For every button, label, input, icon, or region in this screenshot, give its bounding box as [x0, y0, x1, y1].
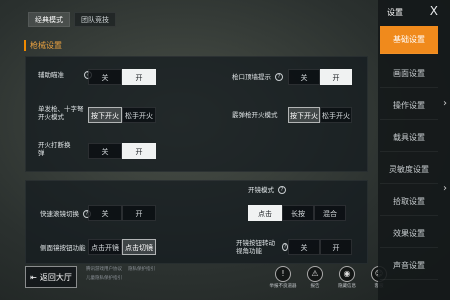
tab-classic[interactable]: 经典模式 [28, 12, 70, 27]
quick-switch-row: 快速滚镜切换 ? [40, 210, 91, 218]
scope-turn-off[interactable]: 关 [288, 239, 320, 255]
scope-turn-label: 开镜按钮转动视角功能 [236, 239, 275, 255]
sidebar-item-vehicle[interactable]: 载具设置 [380, 124, 438, 152]
report-bad-label: 举报不良道器 [269, 284, 297, 289]
tab-team[interactable]: 团队竞技 [74, 12, 116, 27]
mode-tabs: 经典模式 团队竞技 [28, 12, 116, 27]
hide-info-label: 隐藏信息 [338, 284, 356, 289]
shotgun-fire-row: 霰弹枪开火模式 [232, 111, 278, 119]
scope-mode-row: 开镜模式 ? [248, 186, 286, 194]
quick-switch-off[interactable]: 关 [88, 205, 122, 221]
scope-mode-label: 开镜模式 [248, 186, 274, 194]
muzzle-hint-on[interactable]: 开 [320, 69, 352, 85]
scope-mode-hold[interactable]: 长按 [282, 205, 314, 221]
settings-sidebar: 设置 X 基础设置 画面设置 操作设置 载具设置 灵敏度设置 拾取设置 效果设置… [378, 0, 450, 300]
footer-link[interactable]: 腾讯游戏用户协议 [86, 266, 122, 272]
sidebar-item-sensitivity[interactable]: 灵敏度设置 [380, 156, 438, 184]
shotgun-fire-toggle: 按下开火 松手开火 [288, 107, 352, 123]
bottom-icons: ! 举报不良道器 ⚠ 报告 ◉ 隐藏信息 ☺ 客服 [270, 266, 392, 289]
fire-interrupt-on[interactable]: 开 [122, 143, 156, 159]
return-lobby-label: 返回大厅 [39, 272, 72, 282]
assist-aim-row: 辅助瞄准 ? [38, 71, 92, 79]
fire-interrupt-label: 开火打断换弹 [38, 141, 71, 157]
weapon-settings-panel: 辅助瞄准 ? 关 开 枪口顶墙提示 ? 关 开 单发枪、十字弩开火模式 按下开火… [25, 56, 368, 172]
sidebar-item-pickup[interactable]: 拾取设置 [380, 188, 438, 216]
single-fire-toggle: 按下开火 松手开火 [88, 107, 156, 123]
assist-aim-toggle: 关 开 [88, 69, 156, 85]
scope-turn-toggle: 关 开 [288, 239, 352, 255]
report-button[interactable]: ⚠ 报告 [302, 266, 328, 289]
scope-turn-on[interactable]: 开 [320, 239, 352, 255]
hide-info-button[interactable]: ◉ 隐藏信息 [334, 266, 360, 289]
single-fire-press[interactable]: 按下开火 [88, 107, 122, 123]
side-scope-open[interactable]: 点击开镜 [88, 239, 122, 255]
side-scope-switch[interactable]: 点击切镜 [122, 239, 156, 255]
report-icon: ! [275, 266, 291, 282]
warning-icon: ⚠ [307, 266, 323, 282]
quick-switch-on[interactable]: 开 [122, 205, 156, 221]
return-lobby-button[interactable]: ⇤ 返回大厅 [25, 266, 77, 288]
fire-interrupt-row: 开火打断换弹 [38, 141, 72, 157]
sidebar-item-basic[interactable]: 基础设置 [380, 26, 438, 54]
footer-link[interactable]: 儿童隐私保护指引 [86, 275, 122, 281]
section-title: 枪械设置 [24, 40, 62, 51]
scope-settings-panel: 开镜模式 ? 点击 长按 混合 快速滚镜切换 ? 关 开 侧面镜按钮功能 点击开… [25, 180, 368, 264]
single-fire-row: 单发枪、十字弩开火模式 [38, 105, 86, 121]
sidebar-item-sound[interactable]: 声音设置 [380, 252, 438, 280]
scope-turn-row: 开镜按钮转动视角功能 ? [236, 239, 288, 255]
scope-mode-toggle: 点击 长按 混合 [248, 205, 346, 221]
side-scope-toggle: 点击开镜 点击切镜 [88, 239, 156, 255]
footer-links-2: 隐私保护指引 [128, 266, 155, 275]
muzzle-hint-off[interactable]: 关 [288, 69, 320, 85]
sidebar-item-controls[interactable]: 操作设置 [380, 92, 438, 120]
sidebar-item-effects[interactable]: 效果设置 [380, 220, 438, 248]
chevron-right-icon: › [443, 183, 447, 194]
assist-aim-on[interactable]: 开 [122, 69, 156, 85]
exit-icon: ⇤ [30, 272, 37, 282]
settings-title: 设置 [387, 8, 403, 17]
help-icon[interactable]: ? [278, 186, 286, 194]
scope-mode-tap[interactable]: 点击 [248, 205, 282, 221]
report-bad-button[interactable]: ! 举报不良道器 [269, 266, 297, 289]
report-label: 报告 [310, 284, 320, 289]
quick-switch-label: 快速滚镜切换 [40, 210, 79, 218]
footer-link[interactable]: 隐私保护指引 [128, 266, 155, 272]
scope-mode-mixed[interactable]: 混合 [314, 205, 346, 221]
side-scope-label: 侧面镜按钮功能 [40, 244, 86, 252]
single-fire-release[interactable]: 松手开火 [122, 107, 156, 123]
footer-links: 腾讯游戏用户协议 儿童隐私保护指引 [86, 266, 122, 284]
close-icon[interactable]: X [430, 4, 438, 18]
muzzle-hint-toggle: 关 开 [288, 69, 352, 85]
muzzle-hint-row: 枪口顶墙提示 ? [232, 73, 283, 81]
chevron-right-icon: › [443, 98, 447, 109]
side-scope-row: 侧面镜按钮功能 [40, 244, 86, 252]
single-fire-label: 单发枪、十字弩开火模式 [38, 105, 84, 121]
help-icon[interactable]: ? [275, 73, 283, 81]
fire-interrupt-off[interactable]: 关 [88, 143, 122, 159]
shotgun-fire-label: 霰弹枪开火模式 [232, 111, 278, 119]
shotgun-fire-release[interactable]: 松手开火 [320, 107, 352, 123]
fire-interrupt-toggle: 关 开 [88, 143, 156, 159]
eye-icon: ◉ [339, 266, 355, 282]
assist-aim-label: 辅助瞄准 [38, 71, 64, 79]
quick-switch-toggle: 关 开 [88, 205, 156, 221]
assist-aim-off[interactable]: 关 [88, 69, 122, 85]
muzzle-hint-label: 枪口顶墙提示 [232, 73, 271, 81]
sidebar-item-graphics[interactable]: 画面设置 [380, 60, 438, 88]
shotgun-fire-press[interactable]: 按下开火 [288, 107, 320, 123]
